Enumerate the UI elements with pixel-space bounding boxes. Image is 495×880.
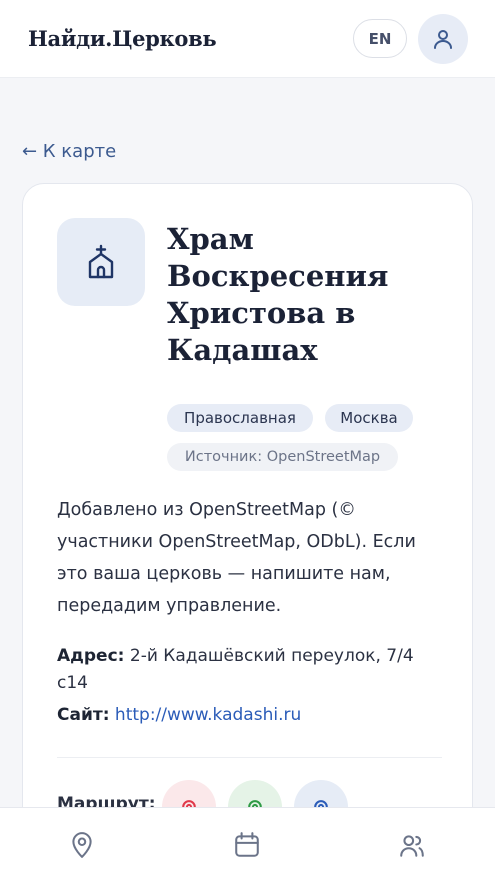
address-label: Адрес: (57, 646, 125, 666)
bottom-nav (0, 807, 495, 880)
nav-map[interactable] (67, 830, 97, 860)
app-header: Найди.Церковь EN (0, 0, 495, 78)
church-icon (88, 244, 114, 279)
site-row: Сайт: http://www.kadashi.ru (57, 702, 447, 729)
user-icon (434, 30, 452, 49)
calendar-icon (235, 832, 259, 857)
back-to-map-link[interactable]: ← К карте (22, 141, 116, 162)
site-link[interactable]: http://www.kadashi.ru (115, 705, 301, 725)
map-pin-icon (72, 832, 92, 858)
nav-calendar[interactable] (232, 830, 262, 860)
divider (57, 757, 442, 758)
city-tag: Москва (325, 404, 413, 432)
church-title: Храм Воскресения Христова в Кадашах (167, 222, 389, 367)
brand-logo[interactable]: Найди.Церковь (28, 26, 217, 51)
denomination-tag: Православная (167, 404, 313, 432)
site-label: Сайт: (57, 705, 110, 725)
nav-community[interactable] (397, 830, 427, 860)
church-card: Храм Воскресения Христова в Кадашах Прав… (22, 183, 473, 880)
language-button[interactable]: EN (353, 19, 407, 58)
address-row: Адрес: 2-й Кадашёвский переулок, 7/4 с14 (57, 643, 447, 697)
source-tag: Источник: OpenStreetMap (167, 443, 398, 471)
profile-button[interactable] (418, 14, 468, 64)
church-icon-tile (57, 218, 145, 306)
back-link-label: ← К карте (22, 141, 117, 162)
church-description: Добавлено из OpenStreetMap (© участники … (57, 500, 416, 616)
people-icon (400, 835, 424, 857)
